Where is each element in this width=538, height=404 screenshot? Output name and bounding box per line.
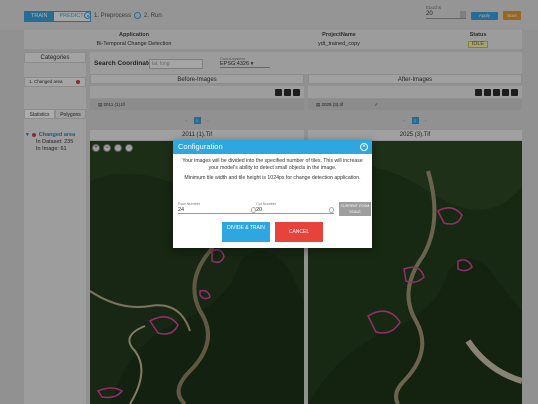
row-number-value: 24 (178, 207, 185, 213)
divide-train-button[interactable]: DIVIDE & TRAIN (222, 222, 270, 242)
modal-header: Configuration × (173, 140, 372, 154)
close-icon[interactable]: × (360, 143, 368, 151)
row-number-input[interactable]: 24 (178, 206, 256, 214)
col-number-value: 20 (256, 207, 263, 213)
modal-body: Your images will be divided into the spe… (173, 154, 372, 182)
row-number-field[interactable]: Row Number 24 (178, 202, 256, 214)
col-number-field[interactable]: Col Number 20 (256, 202, 334, 214)
tile-fields: Row Number 24 Col Number 20 CURRENT ZOOM… (178, 202, 371, 218)
modal-note: Minimum tile width and tile height is 10… (184, 175, 361, 181)
modal-title: Configuration (178, 142, 223, 151)
current-zoom-scale-button[interactable]: CURRENT ZOOM SCALE (339, 202, 371, 216)
col-number-input[interactable]: 20 (256, 206, 334, 214)
info-icon[interactable] (329, 207, 334, 213)
configuration-modal: Configuration × Your images will be divi… (173, 140, 372, 248)
cancel-button[interactable]: CANCEL (275, 222, 323, 242)
modal-description: Your images will be divided into the spe… (182, 158, 363, 171)
